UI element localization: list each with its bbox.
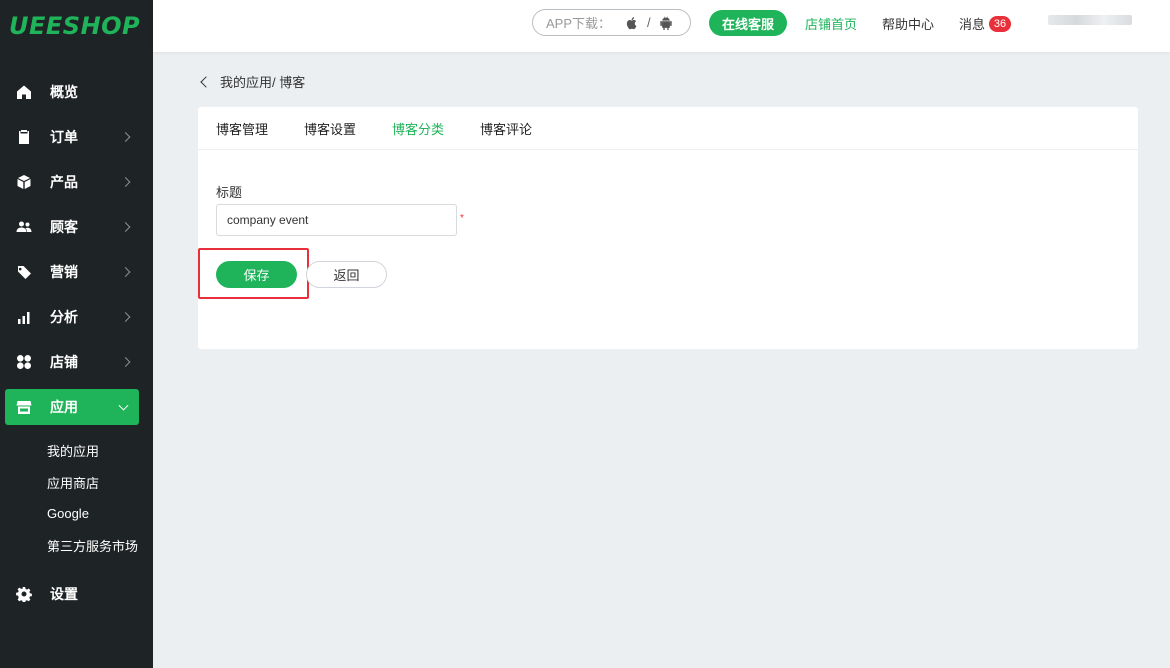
required-mark: *: [460, 213, 464, 224]
sidebar-item-overview[interactable]: 概览: [0, 69, 153, 114]
sidebar-item-label: 概览: [50, 83, 78, 100]
sidebar-item-store[interactable]: 店铺: [0, 339, 153, 384]
chevron-right-icon: [120, 266, 131, 277]
sidebar-item-label: 顾客: [50, 218, 78, 235]
logo-text: UEESHOP: [9, 12, 141, 40]
chevron-right-icon: [120, 311, 131, 322]
users-icon: [16, 219, 32, 235]
app-download: APP下载： /: [532, 9, 691, 36]
app-download-label: APP下载：: [546, 16, 612, 31]
blog-category-card: 博客管理 博客设置 博客分类 博客评论 标题 * 保存 返回: [198, 107, 1138, 349]
top-bar: APP下载： / 在线客服 店铺首页 帮助中心 消息 36: [153, 0, 1170, 52]
chevron-right-icon: [120, 221, 131, 232]
messages-count-badge: 36: [989, 15, 1012, 32]
sidebar-item-label: 应用: [50, 399, 78, 415]
home-icon: [16, 84, 32, 100]
title-label: 标题: [216, 185, 243, 200]
sidebar-subitem-third-party-market[interactable]: 第三方服务市场: [0, 530, 153, 562]
sidebar-item-analytics[interactable]: 分析: [0, 294, 153, 339]
sidebar-item-label: 产品: [50, 173, 78, 190]
store-home-link[interactable]: 店铺首页: [805, 14, 857, 33]
chevron-right-icon: [120, 356, 131, 367]
gear-icon: [16, 586, 32, 602]
chevron-left-icon[interactable]: [200, 75, 212, 88]
sidebar: UEESHOP 概览 订单 产品 顾客 营销 分析 店铺 应用 我的应用 应用商…: [0, 0, 153, 668]
sidebar-nav: 概览 订单 产品 顾客 营销 分析 店铺 应用: [0, 69, 153, 425]
tabs: 博客管理 博客设置 博客分类 博客评论: [198, 107, 1138, 150]
grid-icon: [16, 354, 32, 370]
messages-label: 消息: [959, 17, 986, 32]
breadcrumb-text[interactable]: 我的应用/ 博客: [220, 72, 305, 91]
bar-chart-icon: [16, 309, 32, 325]
sidebar-item-label: 营销: [50, 263, 78, 280]
help-center-link[interactable]: 帮助中心: [882, 14, 934, 33]
user-account[interactable]: [1048, 15, 1132, 25]
back-button[interactable]: 返回: [306, 261, 387, 288]
sidebar-item-marketing[interactable]: 营销: [0, 249, 153, 294]
apple-icon[interactable]: [625, 16, 639, 30]
save-button[interactable]: 保存: [216, 261, 297, 288]
sidebar-subnav-apps: 我的应用 应用商店 Google 第三方服务市场: [0, 429, 153, 571]
breadcrumb: 我的应用/ 博客: [200, 72, 305, 91]
sidebar-item-label: 订单: [50, 128, 78, 145]
sidebar-item-products[interactable]: 产品: [0, 159, 153, 204]
logo[interactable]: UEESHOP: [0, 0, 153, 52]
sidebar-item-label: 分析: [50, 308, 78, 325]
sidebar-item-customers[interactable]: 顾客: [0, 204, 153, 249]
sidebar-subitem-google[interactable]: Google: [0, 498, 153, 530]
online-support-button[interactable]: 在线客服: [709, 10, 787, 36]
title-input[interactable]: [216, 204, 457, 236]
chevron-down-icon: [118, 400, 129, 411]
store-icon: [16, 399, 32, 415]
clipboard-icon: [16, 129, 32, 145]
sidebar-nav-bottom: 设置: [0, 571, 153, 616]
tab-blog-management[interactable]: 博客管理: [216, 119, 268, 138]
box-icon: [16, 174, 32, 190]
sidebar-subitem-my-apps[interactable]: 我的应用: [0, 435, 153, 467]
android-icon[interactable]: [659, 15, 673, 30]
tab-blog-categories[interactable]: 博客分类: [392, 119, 444, 138]
tab-blog-settings[interactable]: 博客设置: [304, 119, 356, 138]
sidebar-item-orders[interactable]: 订单: [0, 114, 153, 159]
sidebar-item-apps[interactable]: 应用: [5, 389, 139, 425]
separator: /: [647, 15, 651, 30]
tab-blog-comments[interactable]: 博客评论: [480, 119, 532, 138]
messages-link[interactable]: 消息 36: [959, 14, 1012, 33]
sidebar-item-label: 店铺: [50, 353, 78, 370]
chevron-right-icon: [120, 176, 131, 187]
sidebar-subitem-app-store[interactable]: 应用商店: [0, 467, 153, 499]
chevron-right-icon: [120, 131, 131, 142]
sidebar-item-settings[interactable]: 设置: [0, 571, 153, 616]
sidebar-item-label: 设置: [50, 585, 78, 602]
tag-icon: [16, 264, 32, 280]
